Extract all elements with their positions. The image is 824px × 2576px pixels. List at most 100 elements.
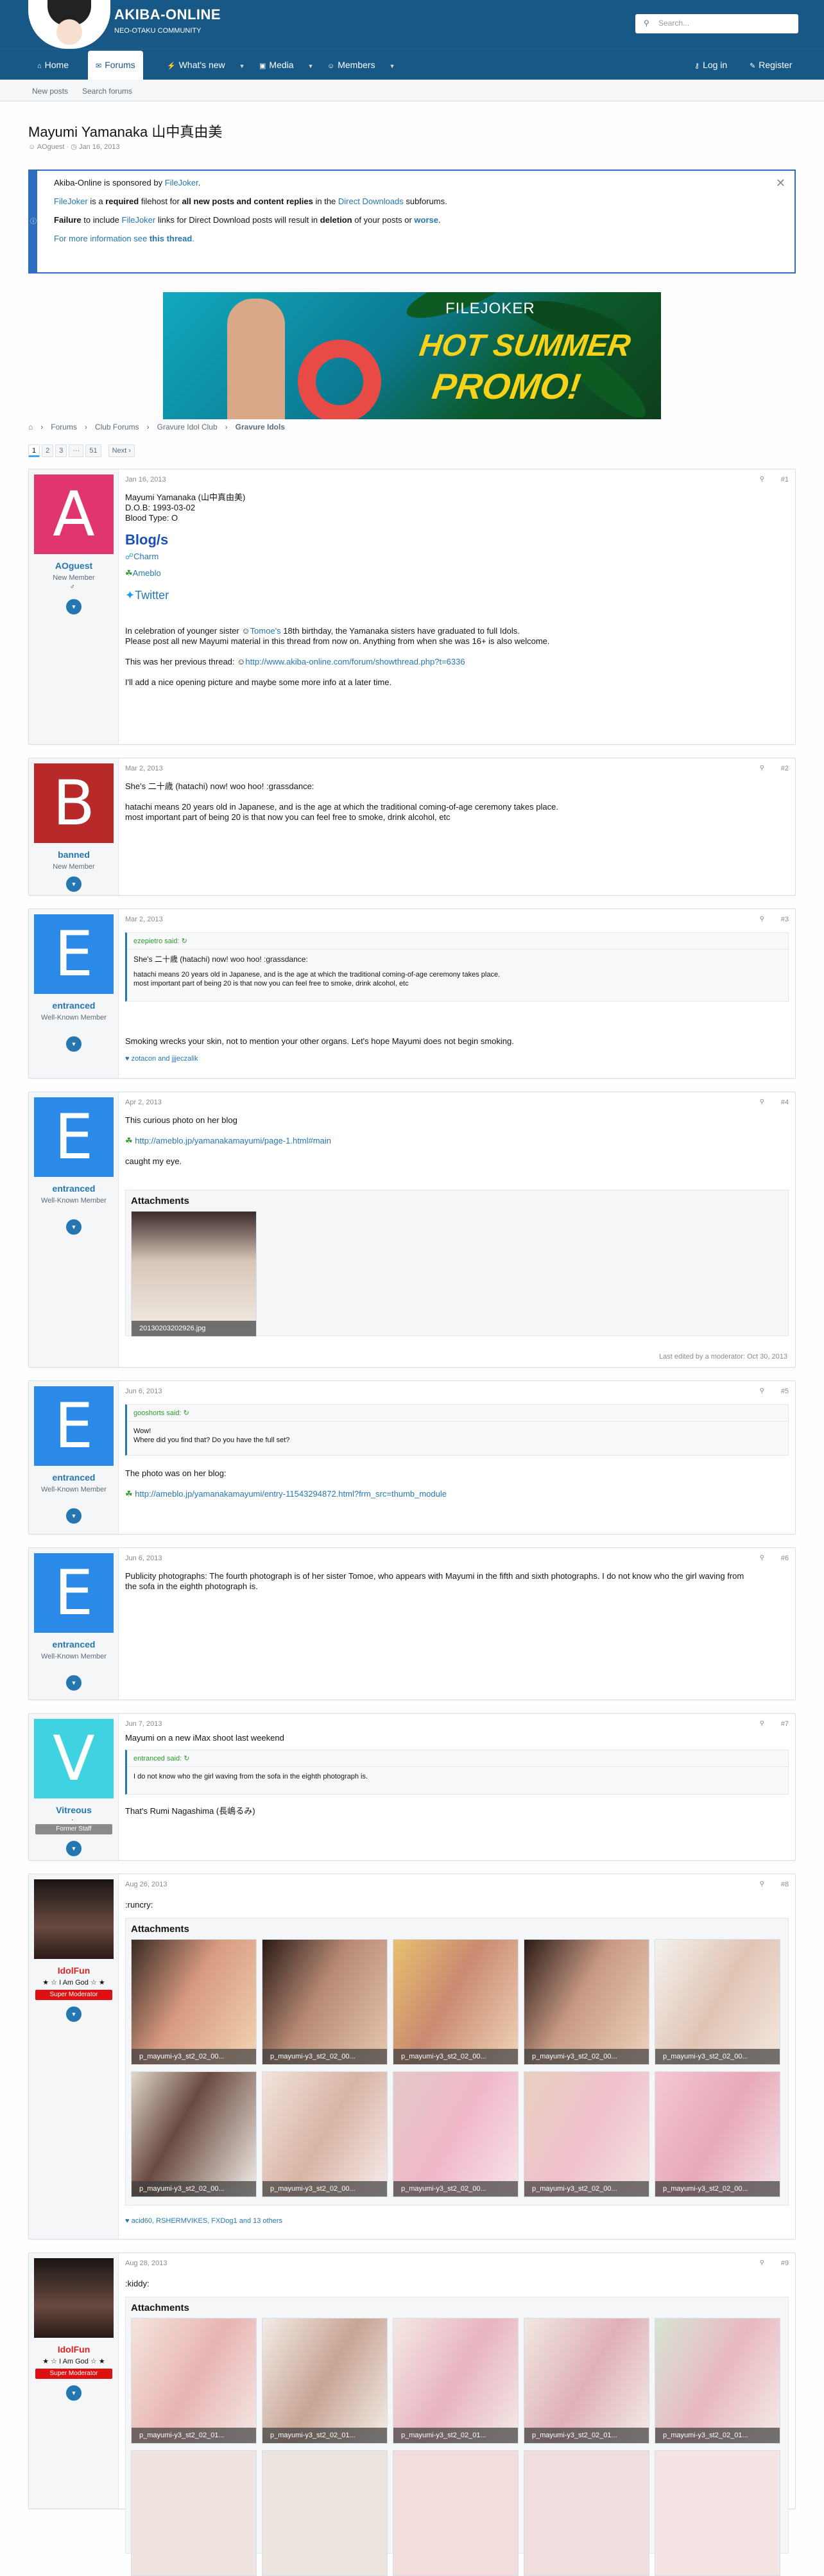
post-number[interactable]: #2	[781, 765, 789, 772]
attachment-name[interactable]: p_mayumi-y3_st2_02_00...	[524, 2049, 649, 2064]
username[interactable]: IdolFun	[29, 2344, 119, 2354]
share-icon[interactable]: ⚲	[760, 765, 764, 772]
attachment-thumb[interactable]: p_mayumi-y3_st2_02_01...	[655, 2318, 780, 2444]
this-thread-link[interactable]: this thread	[150, 234, 192, 243]
user-expand-button[interactable]: ▼	[66, 1219, 82, 1235]
twitter-link[interactable]: Twitter	[135, 589, 169, 602]
user-expand-button[interactable]: ▼	[66, 1841, 82, 1856]
post-date[interactable]: Jun 6, 2013	[125, 1388, 162, 1395]
attachment-name[interactable]: p_mayumi-y3_st2_02_01...	[262, 2428, 387, 2443]
register-link[interactable]: ✎ Register	[750, 49, 792, 80]
post-date[interactable]: Aug 26, 2013	[125, 1881, 167, 1888]
attachment-thumb[interactable]: p_mayumi-y3_st2_02_00...	[524, 2071, 649, 2197]
direct-downloads-link[interactable]: Direct Downloads	[338, 196, 404, 206]
avatar[interactable]: V	[34, 1719, 114, 1798]
attachment-thumb[interactable]: p_mayumi-y3_st2_02_00...	[131, 1939, 257, 2065]
user-expand-button[interactable]: ▼	[66, 599, 82, 614]
quote-header[interactable]: ezepietro said: ↻	[127, 933, 788, 950]
nav-members[interactable]: ☺ Members ▼	[327, 49, 395, 80]
attachment-thumb[interactable]	[655, 2450, 780, 2576]
attachment-thumb[interactable]	[524, 2450, 649, 2576]
username[interactable]: entranced	[29, 1183, 119, 1194]
post-date[interactable]: Mar 2, 2013	[125, 916, 163, 923]
nav-whats-new[interactable]: ⚡ What's new ▼	[167, 49, 245, 80]
user-expand-button[interactable]: ▼	[66, 1508, 82, 1524]
attachment-name[interactable]: p_mayumi-y3_st2_02_00...	[393, 2181, 518, 2197]
avatar[interactable]: E	[34, 1386, 114, 1466]
post-date[interactable]: Jan 16, 2013	[125, 476, 166, 483]
site-title[interactable]: AKIBA-ONLINE	[114, 6, 221, 23]
logo-mascot[interactable]	[28, 0, 110, 49]
post-number[interactable]: #3	[781, 916, 789, 923]
attachment-name[interactable]: p_mayumi-y3_st2_02_00...	[262, 2049, 387, 2064]
home-icon[interactable]: ⌂	[28, 422, 33, 431]
attachment-thumb[interactable]	[262, 2450, 388, 2576]
avatar[interactable]: A	[34, 474, 114, 554]
share-icon[interactable]: ⚲	[760, 476, 764, 483]
more-info-link[interactable]: For more information see	[54, 234, 150, 243]
attachment-thumb[interactable]: p_mayumi-y3_st2_02_00...	[655, 2071, 780, 2197]
next-page-button[interactable]: Next ›	[108, 444, 135, 457]
quote-author[interactable]: ezepietro said:	[133, 937, 180, 945]
attachment-name[interactable]: p_mayumi-y3_st2_02_00...	[655, 2049, 780, 2064]
chevron-down-icon[interactable]: ▼	[390, 63, 395, 69]
post-date[interactable]: Apr 2, 2013	[125, 1099, 162, 1106]
attachment-name[interactable]: p_mayumi-y3_st2_02_00...	[132, 2049, 256, 2064]
nav-forums[interactable]: ✉ Forums	[88, 51, 143, 80]
attachment-thumb[interactable]: p_mayumi-y3_st2_02_01...	[262, 2318, 388, 2444]
username[interactable]: entranced	[29, 1000, 119, 1011]
attachment-thumb[interactable]: p_mayumi-y3_st2_02_00...	[262, 2071, 388, 2197]
attachment-thumb[interactable]	[131, 2450, 257, 2576]
breadcrumb-forums[interactable]: Forums	[51, 422, 77, 431]
username[interactable]: IdolFun	[29, 1965, 119, 1976]
attachment-thumb[interactable]: p_mayumi-y3_st2_02_00...	[393, 1939, 519, 2065]
user-expand-button[interactable]: ▼	[66, 876, 82, 892]
attachment-name[interactable]: p_mayumi-y3_st2_02_00...	[524, 2181, 649, 2197]
filejoker-link[interactable]: FileJoker	[54, 196, 88, 206]
post-number[interactable]: #6	[781, 1554, 789, 1562]
attachment-thumb[interactable]: p_mayumi-y3_st2_02_01...	[524, 2318, 649, 2444]
search-input[interactable]: ⚲ Search...	[635, 14, 798, 33]
breadcrumb-gravure-club[interactable]: Gravure Idol Club	[157, 422, 218, 431]
thread-author[interactable]: AOguest	[37, 143, 65, 151]
page-last[interactable]: 51	[85, 444, 101, 457]
post-number[interactable]: #7	[781, 1720, 789, 1728]
post-number[interactable]: #5	[781, 1388, 789, 1395]
more-info-link[interactable]: .	[192, 234, 194, 243]
tomoe-link[interactable]: Tomoe's	[250, 626, 281, 636]
reactions[interactable]: ♥ acid60, RSHERMVIKES, FXDog1 and 13 oth…	[125, 2217, 282, 2225]
attachment-thumb[interactable]: p_mayumi-y3_st2_02_01...	[131, 2318, 257, 2444]
ameblo-post-link[interactable]: http://ameblo.jp/yamanakamayumi/page-1.h…	[135, 1136, 331, 1145]
reactions[interactable]: ♥ zotacon and jjjeczalik	[125, 1055, 198, 1063]
share-icon[interactable]: ⚲	[760, 1554, 764, 1562]
attachment-name[interactable]: p_mayumi-y3_st2_02_01...	[132, 2428, 256, 2443]
post-date[interactable]: Mar 2, 2013	[125, 765, 163, 772]
attachment-thumb[interactable]: p_mayumi-y3_st2_02_00...	[524, 1939, 649, 2065]
attachment-name[interactable]: p_mayumi-y3_st2_02_00...	[132, 2181, 256, 2197]
share-icon[interactable]: ⚲	[760, 1388, 764, 1395]
quote-author[interactable]: entranced said:	[133, 1755, 182, 1762]
share-icon[interactable]: ⚲	[760, 1881, 764, 1888]
attachment-thumb[interactable]: p_mayumi-y3_st2_02_00...	[655, 1939, 780, 2065]
page-skip[interactable]: ···	[69, 444, 84, 457]
page-2[interactable]: 2	[42, 444, 54, 457]
page-1[interactable]: 1	[28, 444, 40, 457]
charm-link[interactable]: Charm	[133, 552, 159, 561]
attachment-name[interactable]: 20130203202926.jpg	[132, 1321, 256, 1336]
post-number[interactable]: #8	[781, 1881, 789, 1888]
post-date[interactable]: Aug 28, 2013	[125, 2259, 167, 2267]
attachment-thumb[interactable]: 20130203202926.jpg	[131, 1211, 257, 1337]
avatar[interactable]	[34, 1879, 114, 1959]
quote-jump-icon[interactable]: ↻	[182, 937, 187, 945]
breadcrumb-current[interactable]: Gravure Idols	[236, 422, 285, 431]
username[interactable]: entranced	[29, 1472, 119, 1483]
username[interactable]: Vitreous	[29, 1805, 119, 1815]
user-expand-button[interactable]: ▼	[66, 2385, 82, 2401]
attachment-thumb[interactable]: p_mayumi-y3_st2_02_01...	[393, 2318, 519, 2444]
post-date[interactable]: Jun 7, 2013	[125, 1720, 162, 1728]
new-posts-link[interactable]: New posts	[32, 87, 68, 96]
share-icon[interactable]: ⚲	[760, 916, 764, 923]
search-forums-link[interactable]: Search forums	[82, 87, 132, 96]
attachment-name[interactable]: p_mayumi-y3_st2_02_00...	[393, 2049, 518, 2064]
attachment-name[interactable]: p_mayumi-y3_st2_02_00...	[262, 2181, 387, 2197]
